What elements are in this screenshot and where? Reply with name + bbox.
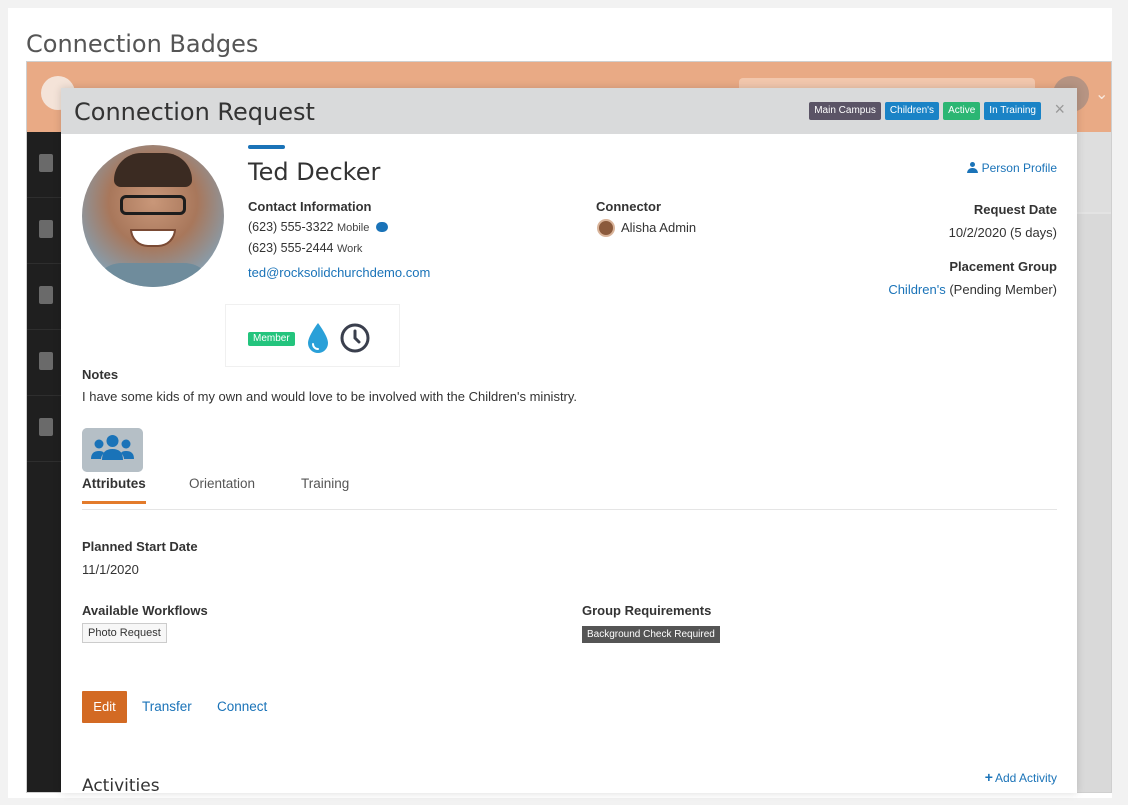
member-badge: Member [248,332,295,346]
connect-button[interactable]: Connect [217,699,267,714]
campus-label: Main Campus [809,102,881,120]
status-label: In Training [984,102,1041,120]
phone-number: (623) 555-2444 [248,241,334,255]
phone-type: Mobile [336,222,370,234]
person-profile-label: Person Profile [981,161,1057,175]
plus-icon: + [984,769,993,785]
contact-info-title: Contact Information [248,199,372,214]
close-icon[interactable]: × [1054,99,1065,119]
add-activity-button[interactable]: + Add Activity [985,769,1057,785]
requirement-label: Background Check Required [582,626,720,643]
planned-start-value: 11/1/2020 [82,562,139,577]
activities-title: Activities [82,776,160,796]
modal-title: Connection Request [74,98,315,126]
person-photo [82,145,224,287]
accent-bar [248,145,285,149]
placement-group-link[interactable]: Children's [888,282,945,297]
planned-start-title: Planned Start Date [82,539,198,554]
tab-attributes[interactable]: Attributes [82,476,146,504]
state-label: Active [943,102,981,120]
page-title: Connection Badges [26,30,259,58]
edit-button[interactable]: Edit [82,691,127,723]
notes-title: Notes [82,367,119,382]
sidebar-item-finance[interactable] [27,264,63,330]
request-date-title: Request Date [973,202,1057,217]
sidebar [27,132,63,792]
request-date-value: 10/2/2020 (5 days) [948,225,1057,240]
sidebar-item-tools[interactable] [27,330,63,396]
person-profile-link[interactable]: Person Profile [966,161,1057,175]
placement-group-value: Children's (Pending Member) [888,282,1057,297]
opportunity-label: Children's [884,102,940,120]
sidebar-item-admin[interactable] [27,396,63,462]
tab-orientation[interactable]: Orientation [189,476,255,501]
group-requirements-title: Group Requirements [582,603,712,618]
phone-number: (623) 555-3322 [248,220,334,234]
chevron-down-icon[interactable]: ⌄ [1095,84,1108,104]
connector-avatar [597,219,615,237]
transfer-button[interactable]: Transfer [142,699,192,714]
add-activity-label: Add Activity [994,771,1057,785]
clock-icon [340,323,370,353]
sidebar-item-people[interactable] [27,198,63,264]
placement-group-title: Placement Group [949,259,1057,274]
modal-header: Connection Request Main Campus Children'… [61,88,1077,134]
tab-training[interactable]: Training [301,476,349,501]
connection-request-modal: Connection Request Main Campus Children'… [61,88,1077,796]
notes-text: I have some kids of my own and would lov… [82,389,578,404]
phone-work: (623) 555-2444 Work [248,241,362,255]
badges-highlight: Member [226,305,399,366]
placement-status: (Pending Member) [949,282,1057,297]
user-icon [966,162,978,173]
phone-mobile: (623) 555-3322 Mobile [248,220,388,234]
group-icon [82,428,143,472]
connector-name: Alisha Admin [621,220,697,235]
email-link[interactable]: ted@rocksolidchurchdemo.com [248,265,430,280]
phone-type: Work [336,243,363,255]
connector-title: Connector [596,199,661,214]
tab-bar: Attributes Orientation Training [82,476,1057,510]
available-workflows-title: Available Workflows [82,603,208,618]
photo-request-button[interactable]: Photo Request [82,623,167,643]
sms-icon[interactable] [375,222,388,232]
water-drop-icon [308,323,328,353]
label-group: Main Campus Children's Active In Trainin… [809,102,1041,120]
sidebar-item-dashboard[interactable] [27,132,63,198]
person-name: Ted Decker [248,158,381,186]
